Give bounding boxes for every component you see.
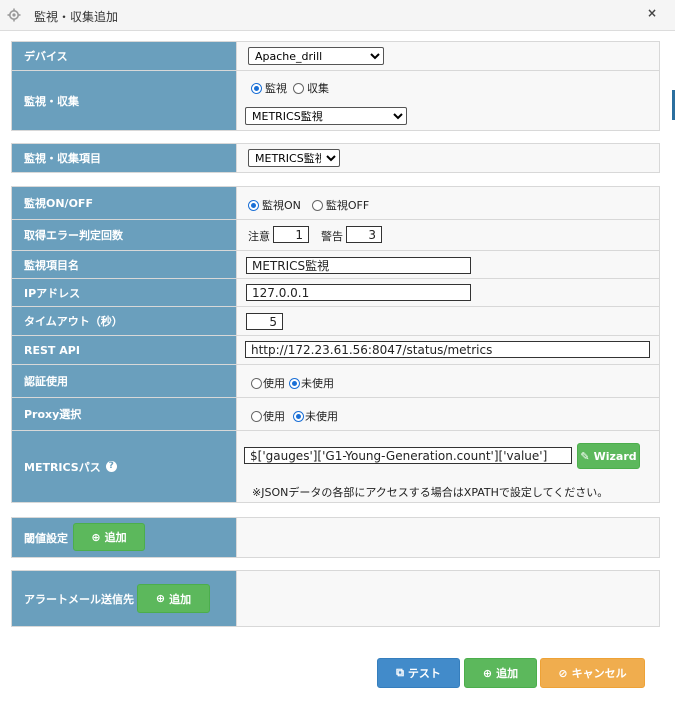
device-section: デバイス Apache_drill 監視・収集 監視 収集 METRICS監視: [11, 41, 660, 131]
ip-address-row: IPアドレス: [12, 279, 659, 307]
timeout-row: タイムアウト（秒）: [12, 307, 659, 336]
plus-circle-icon: ⊕: [482, 666, 493, 680]
caution-label: 注意: [248, 230, 270, 243]
monitor-item-row: 監視・収集項目 METRICS監視: [12, 144, 659, 172]
radio-auth-unused[interactable]: 未使用: [289, 375, 334, 391]
caution-count-input[interactable]: [273, 226, 309, 243]
radio-monitor[interactable]: 監視: [251, 80, 287, 96]
threshold-add-button[interactable]: ⊕ 追加: [73, 523, 145, 551]
device-row: デバイス Apache_drill: [12, 42, 659, 71]
error-count-label: 取得エラー判定回数: [12, 220, 237, 250]
proxy-row: Proxy選択 使用 未使用: [12, 398, 659, 431]
rest-api-row: REST API: [12, 336, 659, 365]
wizard-button[interactable]: ✎ Wizard: [577, 443, 640, 469]
help-icon[interactable]: ?: [105, 461, 117, 472]
ip-address-input[interactable]: [246, 284, 471, 301]
alert-mail-add-button[interactable]: ⊕ 追加: [137, 584, 210, 613]
monitor-collect-label: 監視・収集: [12, 71, 237, 130]
auth-label: 認証使用: [12, 365, 237, 397]
alert-mail-section: アラートメール送信先 ⊕ 追加: [11, 570, 660, 627]
auth-row: 認証使用 使用 未使用: [12, 365, 659, 398]
cancel-button[interactable]: ⊘ キャンセル: [540, 658, 645, 688]
error-count-row: 取得エラー判定回数 注意 警告: [12, 220, 659, 251]
radio-collect[interactable]: 収集: [293, 80, 329, 96]
monitor-item-select[interactable]: METRICS監視: [248, 149, 340, 167]
radio-proxy-unused[interactable]: 未使用: [293, 408, 338, 424]
timeout-input[interactable]: [246, 313, 283, 330]
monitor-onoff-label: 監視ON/OFF: [12, 187, 237, 219]
plus-circle-icon: ⊕: [155, 592, 166, 605]
metrics-path-label: METRICSパス ?: [12, 431, 237, 502]
threshold-row: 閾値設定 ⊕ 追加: [12, 518, 659, 557]
monitor-collect-row: 監視・収集 監視 収集 METRICS監視: [12, 71, 659, 130]
metrics-path-row: METRICSパス ? ✎ Wizard ※JSONデータの各部にアクセスする場…: [12, 431, 659, 502]
monitor-collect-radios: 監視 収集: [251, 80, 335, 96]
threshold-section: 閾値設定 ⊕ 追加: [11, 517, 660, 558]
item-name-label: 監視項目名: [12, 251, 237, 278]
warning-count-input[interactable]: [346, 226, 382, 243]
proxy-radios: 使用 未使用: [251, 408, 344, 424]
monitor-onoff-radios: 監視ON 監視OFF: [248, 197, 375, 213]
rest-api-label: REST API: [12, 336, 237, 364]
metrics-path-note: ※JSONデータの各部にアクセスする場合はXPATHで設定してください。: [252, 486, 609, 499]
warning-label: 警告: [321, 230, 343, 243]
auth-radios: 使用 未使用: [251, 375, 340, 391]
item-name-input[interactable]: [246, 257, 471, 274]
rest-api-input[interactable]: [245, 341, 650, 358]
dialog-titlebar: 監視・収集追加 ×: [0, 0, 675, 31]
close-icon[interactable]: ×: [647, 6, 657, 20]
monitor-item-section: 監視・収集項目 METRICS監視: [11, 143, 660, 173]
alert-mail-row: アラートメール送信先 ⊕ 追加: [12, 571, 659, 626]
monitor-onoff-row: 監視ON/OFF 監視ON 監視OFF: [12, 187, 659, 220]
radio-monitor-on[interactable]: 監視ON: [248, 197, 301, 213]
radio-auth-use[interactable]: 使用: [251, 375, 285, 391]
metrics-path-input[interactable]: [244, 447, 572, 464]
monitor-type-select[interactable]: METRICS監視: [245, 107, 407, 125]
ip-address-label: IPアドレス: [12, 279, 237, 306]
test-button[interactable]: ⧉ テスト: [377, 658, 460, 688]
gear-icon: [7, 8, 21, 22]
monitor-item-label: 監視・収集項目: [12, 144, 237, 172]
add-button[interactable]: ⊕ 追加: [464, 658, 537, 688]
radio-monitor-off[interactable]: 監視OFF: [311, 197, 369, 213]
wand-icon: ✎: [580, 449, 590, 463]
item-name-row: 監視項目名: [12, 251, 659, 279]
sitemap-icon: ⧉: [396, 666, 404, 679]
ban-icon: ⊘: [558, 666, 568, 680]
device-label: デバイス: [12, 42, 237, 70]
timeout-label: タイムアウト（秒）: [12, 307, 237, 335]
proxy-label: Proxy選択: [12, 398, 237, 430]
radio-proxy-use[interactable]: 使用: [251, 408, 285, 424]
plus-circle-icon: ⊕: [91, 530, 101, 544]
device-select[interactable]: Apache_drill: [248, 47, 384, 65]
details-section: 監視ON/OFF 監視ON 監視OFF 取得エラー判定回数 注意 警告 監視項目…: [11, 186, 660, 503]
dialog-title: 監視・収集追加: [34, 10, 119, 24]
